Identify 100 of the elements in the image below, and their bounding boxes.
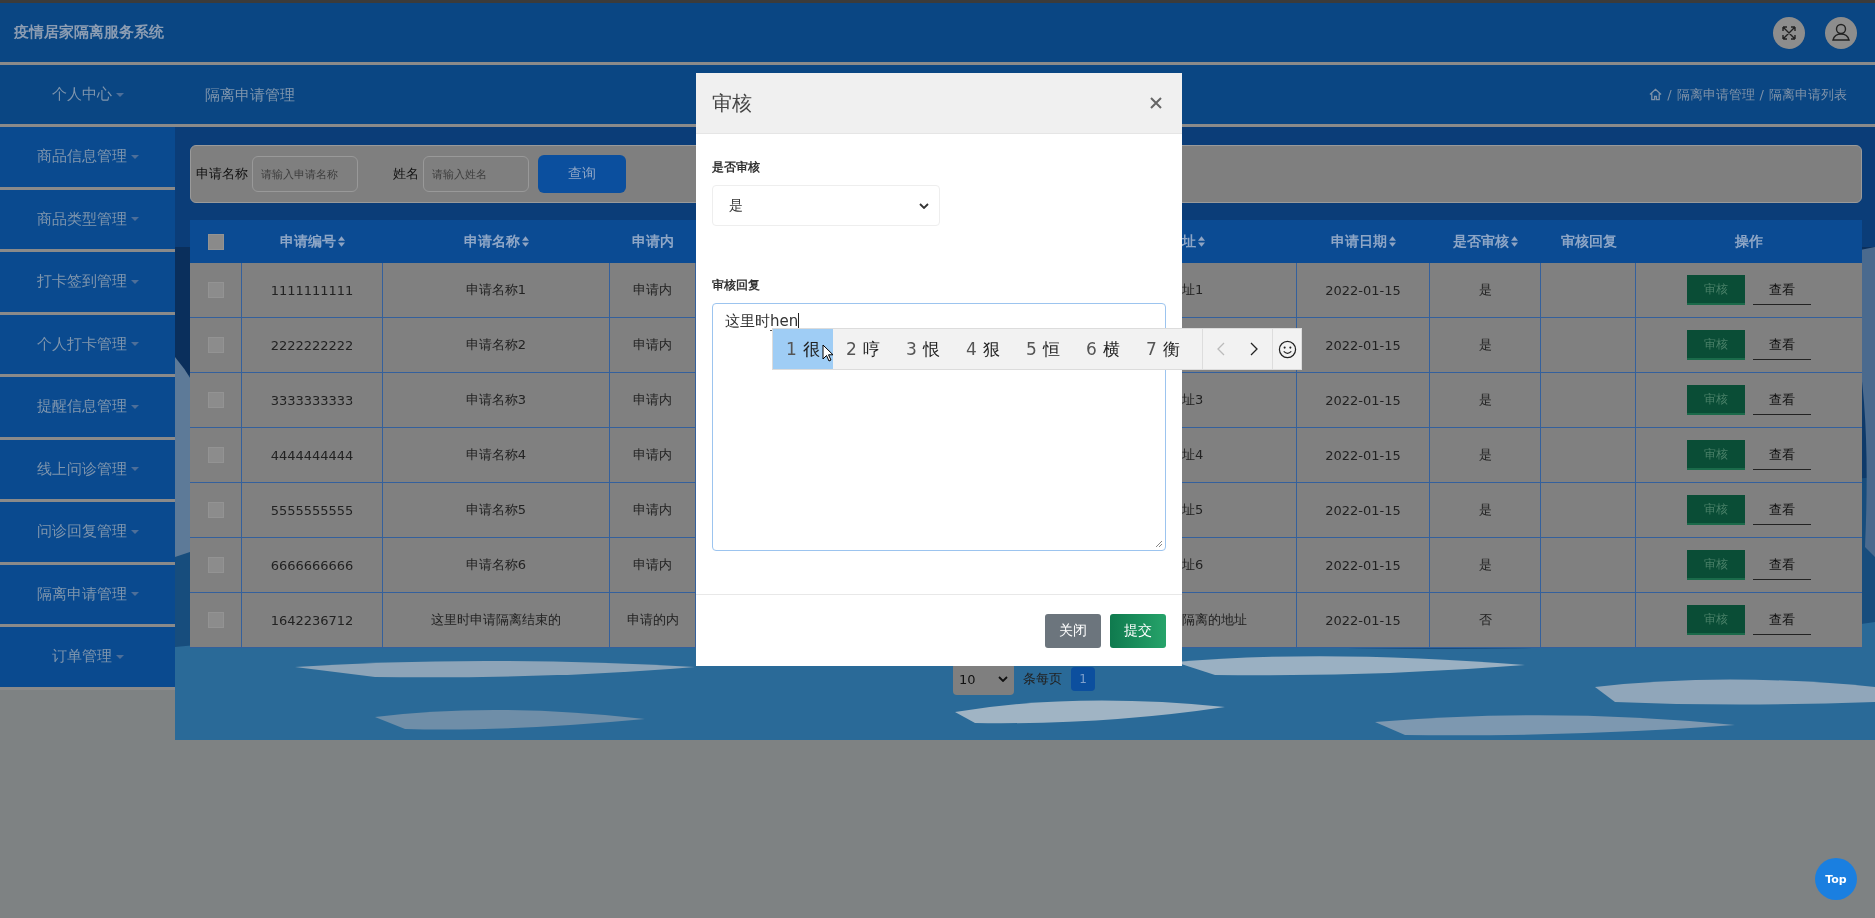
candidate-item[interactable]: 5 恒 xyxy=(1013,329,1073,369)
field-label: 姓名 xyxy=(393,165,419,183)
breadcrumb-link[interactable]: 隔离申请管理 xyxy=(1676,85,1755,104)
close-icon[interactable] xyxy=(1150,97,1162,109)
candidate-item[interactable]: 2 哼 xyxy=(833,329,893,369)
sort-icon[interactable] xyxy=(1198,236,1205,247)
candidate-item[interactable]: 3 恨 xyxy=(893,329,953,369)
table-cell: 1642236712 xyxy=(270,612,354,628)
sort-icon[interactable] xyxy=(338,236,345,247)
sidebar-item[interactable]: 商品信息管理 xyxy=(0,127,175,190)
sidebar-item[interactable]: 商品类型管理 xyxy=(0,189,175,252)
search-button[interactable]: 查询 xyxy=(538,155,626,193)
sidebar-item[interactable]: 问诊回复管理 xyxy=(0,502,175,565)
checkbox[interactable] xyxy=(208,233,224,250)
table-cell: 申请内 xyxy=(633,556,672,574)
view-link[interactable]: 查看 xyxy=(1753,550,1811,580)
home-icon[interactable] xyxy=(1649,88,1663,101)
table-cell: 隔离的地址 xyxy=(1182,611,1247,629)
table-cell: 这里时申请隔离结束的 xyxy=(431,611,561,629)
review-button[interactable]: 审核 xyxy=(1687,385,1745,415)
breadcrumb-separator: / xyxy=(1759,87,1764,102)
column-header[interactable]: 址 xyxy=(1182,232,1196,251)
view-link[interactable]: 查看 xyxy=(1753,385,1811,415)
table-cell: 否 xyxy=(1478,611,1492,629)
table-cell: 是 xyxy=(1478,556,1492,574)
view-link[interactable]: 查看 xyxy=(1753,605,1811,635)
chevron-icon xyxy=(919,202,929,209)
sort-icon[interactable] xyxy=(1389,236,1396,247)
table-cell: 申请内 xyxy=(633,281,672,299)
app-title: 疫情居家隔离服务系统 xyxy=(14,23,164,42)
review-button[interactable]: 审核 xyxy=(1687,440,1745,470)
breadcrumb-link[interactable]: 隔离申请列表 xyxy=(1769,85,1847,104)
table-cell: 是 xyxy=(1478,446,1492,464)
next-page-icon[interactable] xyxy=(1250,342,1258,356)
field-label: 是否审核 xyxy=(712,159,760,176)
table-cell: 址3 xyxy=(1182,391,1204,409)
table-cell: 址1 xyxy=(1182,281,1204,299)
close-button[interactable]: 关闭 xyxy=(1045,613,1101,648)
sidebar-item[interactable]: 打卡签到管理 xyxy=(0,252,175,315)
chevron-icon xyxy=(998,676,1008,682)
column-header[interactable]: 申请日期 xyxy=(1331,232,1387,251)
sidebar-item[interactable]: 个人打卡管理 xyxy=(0,314,175,377)
table-cell: 5555555555 xyxy=(270,502,354,518)
table-cell: 1111111111 xyxy=(270,282,354,298)
table-cell: 申请内 xyxy=(633,336,672,354)
sidebar-item[interactable]: 线上问诊管理 xyxy=(0,439,175,502)
breadcrumb-separator: / xyxy=(1667,87,1672,102)
table-cell: 申请名称3 xyxy=(465,391,527,409)
table-cell: 是 xyxy=(1478,336,1492,354)
table-cell: 2022-01-15 xyxy=(1325,612,1401,628)
page-title: 隔离申请管理 xyxy=(205,85,295,104)
table-cell: 申请内 xyxy=(633,446,672,464)
candidate-item[interactable]: 4 狠 xyxy=(953,329,1013,369)
table-cell: 3333333333 xyxy=(270,392,354,408)
column-header[interactable]: 申请名称 xyxy=(464,232,520,251)
candidate-item[interactable]: 1 很 xyxy=(773,329,833,369)
table-cell: 申请名称4 xyxy=(465,446,527,464)
user-menu[interactable]: 个人中心 xyxy=(51,85,124,104)
table-cell: 是 xyxy=(1478,281,1492,299)
sort-icon[interactable] xyxy=(522,236,529,247)
view-link[interactable]: 查看 xyxy=(1753,275,1811,305)
column-header[interactable]: 申请编号 xyxy=(280,232,336,251)
table-cell: 2022-01-15 xyxy=(1325,502,1401,518)
table-cell: 6666666666 xyxy=(270,557,354,573)
field-label: 审核回复 xyxy=(712,277,760,294)
review-select[interactable]: 是 xyxy=(712,185,940,226)
table-cell: 2022-01-15 xyxy=(1325,337,1401,353)
sidebar-item[interactable]: 订单管理 xyxy=(0,627,175,690)
review-button[interactable]: 审核 xyxy=(1687,275,1745,305)
table-cell: 2022-01-15 xyxy=(1325,392,1401,408)
sidebar-item[interactable]: 隔离申请管理 xyxy=(0,564,175,627)
resize-grip-icon[interactable] xyxy=(1155,540,1163,548)
back-to-top-button[interactable]: Top xyxy=(1815,858,1857,900)
candidate-item[interactable]: 6 横 xyxy=(1073,329,1133,369)
page-number[interactable]: 1 xyxy=(1071,667,1095,691)
table-cell: 申请的内 xyxy=(626,611,679,629)
view-link[interactable]: 查看 xyxy=(1753,495,1811,525)
review-button[interactable]: 审核 xyxy=(1687,495,1745,525)
review-button[interactable]: 审核 xyxy=(1687,330,1745,360)
column-header: 操作 xyxy=(1735,232,1763,251)
table-cell: 是 xyxy=(1478,391,1492,409)
table-cell: 是 xyxy=(1478,501,1492,519)
view-link[interactable]: 查看 xyxy=(1753,330,1811,360)
user-icon[interactable] xyxy=(1825,16,1857,49)
table-cell: 2022-01-15 xyxy=(1325,447,1401,463)
submit-button[interactable]: 提交 xyxy=(1110,613,1166,648)
fullscreen-icon[interactable] xyxy=(1773,16,1805,49)
review-button[interactable]: 审核 xyxy=(1687,605,1745,635)
column-header[interactable]: 是否审核 xyxy=(1453,232,1509,251)
table-cell: 申请名称6 xyxy=(465,556,527,574)
sidebar-item[interactable]: 提醒信息管理 xyxy=(0,377,175,440)
review-button[interactable]: 审核 xyxy=(1687,550,1745,580)
sort-icon[interactable] xyxy=(1511,236,1518,247)
table-cell: 4444444444 xyxy=(270,447,354,463)
smiley-icon[interactable] xyxy=(1277,339,1297,359)
dialog-title: 审核 xyxy=(712,89,752,117)
table-cell: 申请名称1 xyxy=(465,281,527,299)
view-link[interactable]: 查看 xyxy=(1753,440,1811,470)
table-cell: 址6 xyxy=(1182,556,1204,574)
table-cell: 申请内 xyxy=(633,501,672,519)
